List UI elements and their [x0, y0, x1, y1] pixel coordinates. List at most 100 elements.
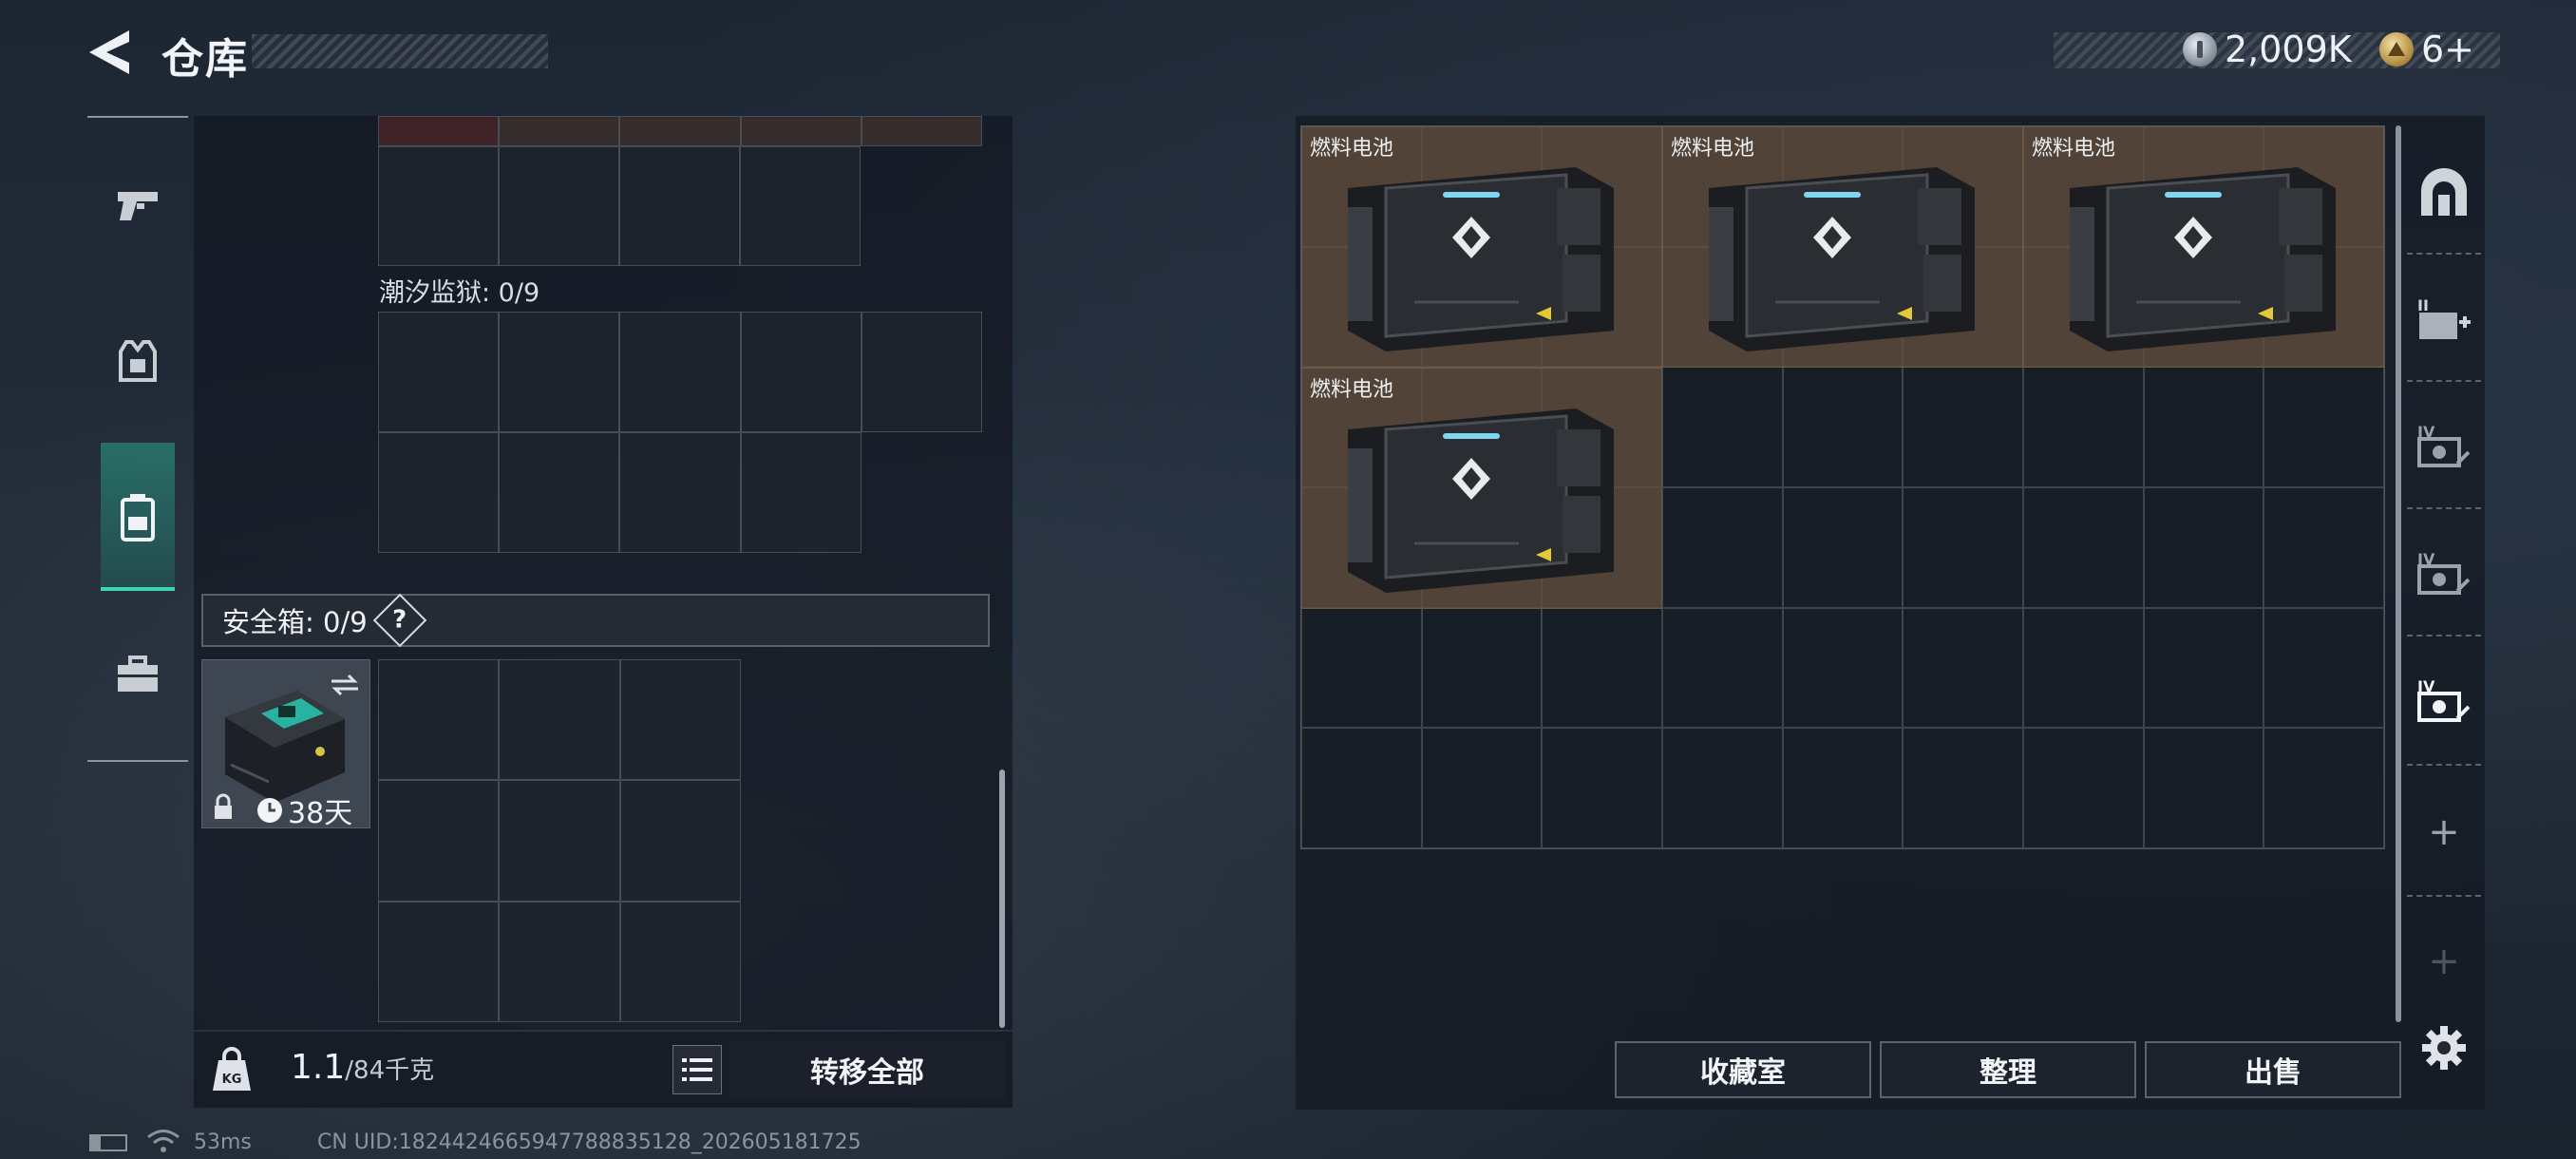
- grid-cell[interactable]: [619, 146, 740, 266]
- grid-cell[interactable]: [378, 146, 499, 266]
- stash-grid-cell[interactable]: [1903, 367, 2023, 487]
- stash-grid-cell[interactable]: [1661, 728, 1783, 848]
- stash-grid-cell[interactable]: [1782, 486, 1904, 608]
- help-icon[interactable]: ?: [372, 593, 426, 648]
- svg-text:KG: KG: [222, 1073, 242, 1087]
- grid-cell[interactable]: [740, 312, 862, 432]
- grid-cell[interactable]: [861, 116, 982, 146]
- stash-item-fuel-cell[interactable]: 燃料电池: [1301, 126, 1662, 368]
- wifi-icon: [147, 1130, 180, 1152]
- stash-tab-container-iv-1[interactable]: IV: [2407, 390, 2481, 504]
- stash-grid-cell[interactable]: [2022, 728, 2144, 848]
- collection-room-button[interactable]: 收藏室: [1615, 1041, 1871, 1098]
- grid-cell[interactable]: [619, 780, 741, 902]
- secure-box-label: 安全箱: 0/9: [222, 606, 368, 638]
- grid-cell[interactable]: [619, 432, 741, 553]
- stash-grid-cell[interactable]: [1301, 728, 1422, 848]
- stash-grid-cell[interactable]: [2022, 367, 2144, 487]
- grid-cell[interactable]: [619, 116, 741, 146]
- organize-button[interactable]: 整理: [1880, 1041, 2136, 1098]
- grid-cell[interactable]: [378, 312, 500, 432]
- stash-grid-cell[interactable]: [2022, 486, 2144, 608]
- inventory-scrollbar[interactable]: [999, 770, 1005, 1028]
- stash-grid-cell[interactable]: [2143, 367, 2264, 487]
- transfer-all-button[interactable]: 转移全部: [729, 1041, 1005, 1098]
- stash-grid-cell[interactable]: [1782, 728, 1904, 848]
- stash-grid-cell[interactable]: [2022, 607, 2144, 729]
- rail-item-toolbox[interactable]: [99, 608, 177, 741]
- rail-item-backpack[interactable]: [101, 443, 175, 591]
- grid-cell[interactable]: [740, 432, 862, 553]
- stash-grid-cell[interactable]: [2143, 486, 2264, 608]
- stash-grid-cell[interactable]: [2143, 728, 2264, 848]
- stash-tab-container-iv-3[interactable]: IV: [2407, 644, 2481, 758]
- grid-cell[interactable]: [378, 116, 500, 146]
- stash-item-fuel-cell[interactable]: 燃料电池: [1662, 126, 2023, 368]
- stash-tab-add-container[interactable]: II: [2407, 262, 2481, 376]
- silver-currency[interactable]: 2,009K: [2183, 28, 2352, 70]
- stash-tab-container-iv-2[interactable]: IV: [2407, 517, 2481, 631]
- stash-grid-cell[interactable]: [1661, 607, 1783, 729]
- stash-scrollbar[interactable]: [2396, 125, 2401, 1022]
- back-button[interactable]: [87, 28, 133, 76]
- stash-grid-cell[interactable]: [2263, 728, 2384, 848]
- grid-cell[interactable]: [740, 146, 861, 266]
- stash-grid-cell[interactable]: [1661, 367, 1783, 487]
- rail-divider: [2407, 253, 2481, 256]
- grid-cell[interactable]: [499, 659, 620, 781]
- container-iv-icon: IV: [2417, 423, 2471, 467]
- stash-grid-cell[interactable]: [1782, 367, 1904, 487]
- stash-grid-cell[interactable]: [1782, 607, 1904, 729]
- gold-currency-value: 6+: [2421, 28, 2475, 70]
- settings-button[interactable]: [2420, 1024, 2468, 1072]
- rail-item-armor[interactable]: [99, 294, 177, 428]
- grid-cell[interactable]: [378, 780, 500, 902]
- stash-grid-cell[interactable]: [1903, 728, 2023, 848]
- grid-cell[interactable]: [499, 780, 620, 902]
- grid-cell[interactable]: [499, 432, 620, 553]
- prison-container-label: 潮汐监狱: 0/9: [379, 278, 540, 308]
- sell-button[interactable]: 出售: [2145, 1041, 2401, 1098]
- grid-cell[interactable]: [378, 901, 500, 1022]
- grid-cell[interactable]: [619, 312, 741, 432]
- stash-grid-cell[interactable]: [1301, 607, 1422, 729]
- armor-vest-icon: [119, 340, 157, 382]
- stash-grid-cell[interactable]: [1542, 607, 1662, 729]
- silver-currency-value: 2,009K: [2225, 28, 2352, 70]
- stash-item-fuel-cell[interactable]: 燃料电池: [1301, 368, 1662, 609]
- grid-cell[interactable]: [861, 312, 982, 432]
- stash-grid-cell[interactable]: [1661, 486, 1783, 608]
- grid-cell[interactable]: [378, 659, 500, 781]
- stash-grid-cell[interactable]: [1421, 728, 1543, 848]
- stash-grid-cell[interactable]: [1903, 607, 2023, 729]
- stash-grid-cell[interactable]: [2263, 367, 2384, 487]
- grid-cell[interactable]: [499, 146, 619, 266]
- stash-grid-cell[interactable]: [2263, 607, 2384, 729]
- grid-cell[interactable]: [499, 901, 620, 1022]
- stash-item-fuel-cell[interactable]: 燃料电池: [2023, 126, 2384, 368]
- rail-divider: [87, 116, 188, 118]
- grid-cell[interactable]: [619, 901, 741, 1022]
- fuel-cell-image: [2070, 167, 2336, 352]
- uid-label: CN UID:1824424665947788835128_2026051817…: [317, 1130, 862, 1154]
- rail-item-weapons[interactable]: [99, 139, 177, 272]
- stash-grid-cell[interactable]: [2143, 607, 2264, 729]
- stash-grid-cell[interactable]: [2263, 486, 2384, 608]
- grid-cell[interactable]: [378, 432, 500, 553]
- weight-kg-icon: KG: [211, 1047, 253, 1092]
- fuel-cell-image: [1348, 167, 1614, 352]
- grid-cell[interactable]: [740, 116, 862, 146]
- stash-add-tab-button[interactable]: +: [2407, 775, 2481, 889]
- stash-grid-cell[interactable]: [1421, 607, 1543, 729]
- grid-cell[interactable]: [619, 659, 741, 781]
- stash-grid-cell[interactable]: [1542, 728, 1662, 848]
- gold-currency[interactable]: 6+: [2379, 28, 2474, 70]
- stash-grid-cell[interactable]: [1903, 486, 2023, 608]
- stash-tab-vault[interactable]: [2407, 135, 2481, 249]
- list-view-button[interactable]: [672, 1045, 722, 1094]
- grid-cell[interactable]: [499, 312, 620, 432]
- swap-icon[interactable]: [328, 672, 362, 698]
- grid-cell[interactable]: [499, 116, 620, 146]
- rail-divider: [87, 760, 188, 762]
- secure-box-item[interactable]: 38天: [201, 659, 370, 830]
